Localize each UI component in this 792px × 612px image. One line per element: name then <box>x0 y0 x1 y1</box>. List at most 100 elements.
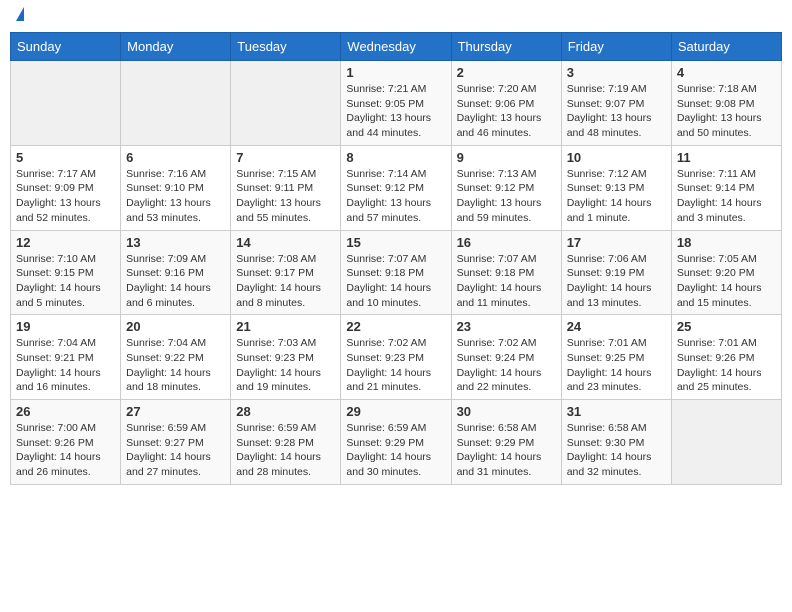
day-number: 8 <box>346 150 445 165</box>
weekday-header: Saturday <box>671 33 781 61</box>
day-info: Sunrise: 7:16 AMSunset: 9:10 PMDaylight:… <box>126 167 225 226</box>
calendar-week-row: 19 Sunrise: 7:04 AMSunset: 9:21 PMDayligh… <box>11 315 782 400</box>
day-info: Sunrise: 7:20 AMSunset: 9:06 PMDaylight:… <box>457 82 556 141</box>
calendar-cell: 17 Sunrise: 7:06 AMSunset: 9:19 PMDayligh… <box>561 230 671 315</box>
day-info: Sunrise: 7:00 AMSunset: 9:26 PMDaylight:… <box>16 421 115 480</box>
logo-triangle-icon <box>16 7 24 21</box>
day-number: 11 <box>677 150 776 165</box>
calendar-cell: 31 Sunrise: 6:58 AMSunset: 9:30 PMDayligh… <box>561 400 671 485</box>
day-number: 25 <box>677 319 776 334</box>
day-number: 15 <box>346 235 445 250</box>
day-number: 9 <box>457 150 556 165</box>
day-info: Sunrise: 7:07 AMSunset: 9:18 PMDaylight:… <box>346 252 445 311</box>
calendar-cell <box>121 61 231 146</box>
day-info: Sunrise: 6:58 AMSunset: 9:29 PMDaylight:… <box>457 421 556 480</box>
day-number: 2 <box>457 65 556 80</box>
day-number: 17 <box>567 235 666 250</box>
calendar-cell: 21 Sunrise: 7:03 AMSunset: 9:23 PMDayligh… <box>231 315 341 400</box>
calendar-cell: 4 Sunrise: 7:18 AMSunset: 9:08 PMDaylight… <box>671 61 781 146</box>
calendar-cell: 7 Sunrise: 7:15 AMSunset: 9:11 PMDaylight… <box>231 145 341 230</box>
calendar-week-row: 26 Sunrise: 7:00 AMSunset: 9:26 PMDayligh… <box>11 400 782 485</box>
calendar-cell: 27 Sunrise: 6:59 AMSunset: 9:27 PMDayligh… <box>121 400 231 485</box>
calendar-cell: 3 Sunrise: 7:19 AMSunset: 9:07 PMDaylight… <box>561 61 671 146</box>
day-info: Sunrise: 7:08 AMSunset: 9:17 PMDaylight:… <box>236 252 335 311</box>
calendar-cell: 18 Sunrise: 7:05 AMSunset: 9:20 PMDayligh… <box>671 230 781 315</box>
day-info: Sunrise: 7:03 AMSunset: 9:23 PMDaylight:… <box>236 336 335 395</box>
day-number: 29 <box>346 404 445 419</box>
calendar-cell: 8 Sunrise: 7:14 AMSunset: 9:12 PMDaylight… <box>341 145 451 230</box>
calendar-cell: 6 Sunrise: 7:16 AMSunset: 9:10 PMDaylight… <box>121 145 231 230</box>
header <box>10 10 782 24</box>
calendar-cell: 28 Sunrise: 6:59 AMSunset: 9:28 PMDayligh… <box>231 400 341 485</box>
calendar-cell <box>231 61 341 146</box>
calendar-cell: 30 Sunrise: 6:58 AMSunset: 9:29 PMDayligh… <box>451 400 561 485</box>
calendar-cell: 26 Sunrise: 7:00 AMSunset: 9:26 PMDayligh… <box>11 400 121 485</box>
day-info: Sunrise: 7:14 AMSunset: 9:12 PMDaylight:… <box>346 167 445 226</box>
day-number: 7 <box>236 150 335 165</box>
day-info: Sunrise: 6:59 AMSunset: 9:28 PMDaylight:… <box>236 421 335 480</box>
weekday-header: Friday <box>561 33 671 61</box>
day-info: Sunrise: 7:10 AMSunset: 9:15 PMDaylight:… <box>16 252 115 311</box>
day-number: 21 <box>236 319 335 334</box>
calendar-cell: 20Sunrise: 7:04 AMSunset: 9:22 PMDayligh… <box>121 315 231 400</box>
day-number: 18 <box>677 235 776 250</box>
day-number: 22 <box>346 319 445 334</box>
day-info: Sunrise: 7:17 AMSunset: 9:09 PMDaylight:… <box>16 167 115 226</box>
weekday-header-row: SundayMondayTuesdayWednesdayThursdayFrid… <box>11 33 782 61</box>
day-info: Sunrise: 7:05 AMSunset: 9:20 PMDaylight:… <box>677 252 776 311</box>
day-number: 6 <box>126 150 225 165</box>
day-info: Sunrise: 7:13 AMSunset: 9:12 PMDaylight:… <box>457 167 556 226</box>
day-number: 12 <box>16 235 115 250</box>
day-info: Sunrise: 7:15 AMSunset: 9:11 PMDaylight:… <box>236 167 335 226</box>
weekday-header: Wednesday <box>341 33 451 61</box>
calendar-cell <box>11 61 121 146</box>
calendar-cell: 13 Sunrise: 7:09 AMSunset: 9:16 PMDayligh… <box>121 230 231 315</box>
day-number: 23 <box>457 319 556 334</box>
day-info: Sunrise: 7:04 AMSunset: 9:21 PMDaylight:… <box>16 336 115 395</box>
day-info: Sunrise: 7:19 AMSunset: 9:07 PMDaylight:… <box>567 82 666 141</box>
day-info: Sunrise: 7:21 AMSunset: 9:05 PMDaylight:… <box>346 82 445 141</box>
day-number: 30 <box>457 404 556 419</box>
calendar-cell: 22 Sunrise: 7:02 AMSunset: 9:23 PMDayligh… <box>341 315 451 400</box>
calendar-cell: 2 Sunrise: 7:20 AMSunset: 9:06 PMDaylight… <box>451 61 561 146</box>
logo <box>14 10 24 24</box>
day-info: Sunrise: 7:18 AMSunset: 9:08 PMDaylight:… <box>677 82 776 141</box>
day-info: Sunrise: 7:02 AMSunset: 9:23 PMDaylight:… <box>346 336 445 395</box>
day-number: 19 <box>16 319 115 334</box>
day-number: 1 <box>346 65 445 80</box>
day-info: Sunrise: 7:06 AMSunset: 9:19 PMDaylight:… <box>567 252 666 311</box>
calendar-week-row: 12 Sunrise: 7:10 AMSunset: 9:15 PMDayligh… <box>11 230 782 315</box>
day-number: 3 <box>567 65 666 80</box>
day-info: Sunrise: 6:58 AMSunset: 9:30 PMDaylight:… <box>567 421 666 480</box>
calendar-table: SundayMondayTuesdayWednesdayThursdayFrid… <box>10 32 782 485</box>
calendar-cell <box>671 400 781 485</box>
calendar-cell: 5 Sunrise: 7:17 AMSunset: 9:09 PMDaylight… <box>11 145 121 230</box>
day-number: 26 <box>16 404 115 419</box>
day-number: 13 <box>126 235 225 250</box>
calendar-cell: 12 Sunrise: 7:10 AMSunset: 9:15 PMDayligh… <box>11 230 121 315</box>
day-number: 28 <box>236 404 335 419</box>
day-number: 4 <box>677 65 776 80</box>
day-info: Sunrise: 7:11 AMSunset: 9:14 PMDaylight:… <box>677 167 776 226</box>
calendar-week-row: 5 Sunrise: 7:17 AMSunset: 9:09 PMDaylight… <box>11 145 782 230</box>
calendar-cell: 23Sunrise: 7:02 AMSunset: 9:24 PMDayligh… <box>451 315 561 400</box>
calendar-cell: 1 Sunrise: 7:21 AMSunset: 9:05 PMDaylight… <box>341 61 451 146</box>
day-number: 31 <box>567 404 666 419</box>
day-info: Sunrise: 6:59 AMSunset: 9:29 PMDaylight:… <box>346 421 445 480</box>
day-number: 14 <box>236 235 335 250</box>
calendar-cell: 14 Sunrise: 7:08 AMSunset: 9:17 PMDayligh… <box>231 230 341 315</box>
weekday-header: Thursday <box>451 33 561 61</box>
day-info: Sunrise: 7:04 AMSunset: 9:22 PMDaylight:… <box>126 336 225 395</box>
calendar-cell: 29 Sunrise: 6:59 AMSunset: 9:29 PMDayligh… <box>341 400 451 485</box>
day-info: Sunrise: 7:01 AMSunset: 9:26 PMDaylight:… <box>677 336 776 395</box>
day-info: Sunrise: 6:59 AMSunset: 9:27 PMDaylight:… <box>126 421 225 480</box>
day-info: Sunrise: 7:09 AMSunset: 9:16 PMDaylight:… <box>126 252 225 311</box>
calendar-cell: 10Sunrise: 7:12 AMSunset: 9:13 PMDayligh… <box>561 145 671 230</box>
calendar-cell: 19 Sunrise: 7:04 AMSunset: 9:21 PMDayligh… <box>11 315 121 400</box>
day-info: Sunrise: 7:01 AMSunset: 9:25 PMDaylight:… <box>567 336 666 395</box>
day-number: 5 <box>16 150 115 165</box>
weekday-header: Tuesday <box>231 33 341 61</box>
calendar-cell: 16Sunrise: 7:07 AMSunset: 9:18 PMDayligh… <box>451 230 561 315</box>
day-number: 27 <box>126 404 225 419</box>
calendar-week-row: 1 Sunrise: 7:21 AMSunset: 9:05 PMDaylight… <box>11 61 782 146</box>
